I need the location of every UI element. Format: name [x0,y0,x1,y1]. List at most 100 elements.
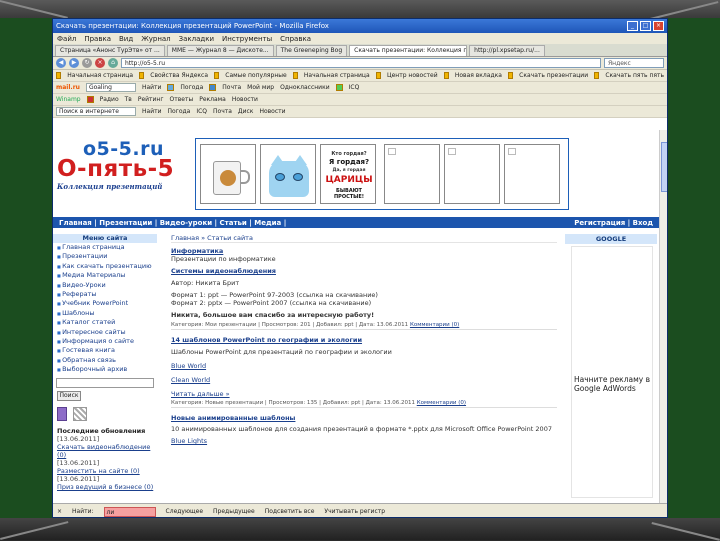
banner-mug-thumb[interactable] [200,144,256,204]
latest-link[interactable]: Приз ведущий в бизнесе (0) [57,483,157,491]
banner-tshirt-thumb[interactable]: Кто гордая? Я гордая? Да, я гордая ЦАРИЦ… [320,144,376,204]
menu-view[interactable]: Вид [119,35,133,43]
find-input[interactable]: ли [103,506,156,517]
category-link[interactable]: Информатика [171,247,557,255]
find-highlight-button[interactable]: Подсветить все [265,508,315,515]
close-icon[interactable]: × [653,21,664,31]
site-nav-auth[interactable]: Регистрация | Вход [574,219,653,227]
banner-thumb-empty-1[interactable] [384,144,440,204]
find-next-button[interactable]: Следующее [166,508,204,515]
tab-1[interactable]: Страница «Анонс ТурЭтв» от ... [55,45,165,56]
toolbar-mail[interactable]: Почта [222,84,241,91]
sidebar-item[interactable]: Главная страница [53,243,157,252]
toolbar-web-search[interactable]: Поиск в интернете [56,107,136,116]
toolbar-ads[interactable]: Реклама [199,96,226,103]
sidebar-item[interactable]: Информация о сайте [53,337,157,346]
scrollbar-thumb[interactable] [661,142,667,192]
menu-bookmarks[interactable]: Закладки [179,35,214,43]
banner-thumb-empty-3[interactable] [504,144,560,204]
sidebar-search-input[interactable] [56,378,154,389]
toolbar-winamp[interactable]: Winamp [56,96,81,103]
back-icon[interactable]: ◀ [56,58,66,68]
maximize-icon[interactable]: □ [640,21,651,31]
latest-link[interactable]: Разместить на сайте (0) [57,467,157,475]
tab-3[interactable]: The Greeneping Bog [275,45,348,56]
toolbar-disk[interactable]: Диск [238,108,254,115]
google-ad-text[interactable]: Начните рекламу в Google AdWords [574,375,652,393]
toolbar-find-2[interactable]: Найти [142,108,161,115]
sidebar-item[interactable]: Как скачать презентацию [53,262,157,271]
toolbar-rating[interactable]: Рейтинг [138,96,164,103]
comments-link[interactable]: Комментарии (0) [417,400,466,406]
bookmark-item[interactable]: Центр новостей [387,72,438,79]
toolbar-news-2[interactable]: Новости [259,108,285,115]
read-more-link[interactable]: Читать дальше » [171,390,557,398]
find-case-checkbox[interactable]: Учитывать регистр [324,508,385,515]
sidebar-item[interactable]: Выборочный архив [53,365,157,374]
template-link[interactable]: Blue Lights [171,437,557,445]
vertical-scrollbar[interactable] [659,130,667,503]
banner-thumb-empty-2[interactable] [444,144,500,204]
site-logo[interactable]: О-пять-5 [57,156,174,182]
sidebar-item[interactable]: Учебник PowerPoint [53,299,157,308]
toolbar-mail-2[interactable]: Почта [213,108,232,115]
toolbar-icq-2[interactable]: ICQ [196,108,207,115]
toolbar-tv[interactable]: Тв [125,96,132,103]
template-link[interactable]: Clean World [171,376,557,384]
sidebar-item[interactable]: Презентации [53,252,157,261]
toolbar-weather[interactable]: Погода [180,84,203,91]
powerpoint-icon[interactable] [57,407,67,422]
menu-file[interactable]: Файл [57,35,76,43]
site-nav-links[interactable]: Главная | Презентации | Видео-уроки | Ст… [59,219,574,227]
toolbar-radio[interactable]: Радио [100,96,119,103]
toolbar-find[interactable]: Найти [142,84,161,91]
forward-icon[interactable]: ▶ [69,58,79,68]
toolbar-ok[interactable]: Одноклассники [280,84,330,91]
find-close-icon[interactable]: × [57,508,62,515]
toolbar-search-field[interactable]: Goaling [85,83,136,92]
reload-icon[interactable]: ↻ [82,58,92,68]
badge-icon[interactable] [73,407,87,422]
sidebar-item[interactable]: Рефераты [53,290,157,299]
menu-tools[interactable]: Инструменты [222,35,272,43]
menu-history[interactable]: Журнал [141,35,170,43]
google-ad-box[interactable]: Начните рекламу в Google AdWords [571,246,653,498]
sidebar-item[interactable]: Гостевая книга [53,346,157,355]
sidebar-item[interactable]: Шаблоны [53,309,157,318]
sidebar-item[interactable]: Обратная связь [53,356,157,365]
template-link[interactable]: Blue World [171,362,557,370]
bookmark-item[interactable]: Новая вкладка [455,72,502,79]
breadcrumb[interactable]: Главная » Статьи сайта [171,234,557,243]
toolbar-news[interactable]: Новости [232,96,258,103]
bookmark-item[interactable]: Свойства Яндекса [150,72,208,79]
article-title[interactable]: 14 шаблонов PowerPoint по географии и эк… [171,336,557,344]
tab-2[interactable]: ММЕ — Журнал 8 — Дискоте... [166,45,274,56]
bookmark-item[interactable]: Самые популярные [225,72,286,79]
sidebar-item[interactable]: Медиа Материалы [53,271,157,280]
home-icon[interactable]: ⌂ [108,58,118,68]
minimize-icon[interactable]: _ [627,21,638,31]
search-input[interactable]: Яндекс [604,58,664,68]
sidebar-item[interactable]: Интересное сайты [53,328,157,337]
banner-cat-thumb[interactable] [260,144,316,204]
bookmark-item[interactable]: Начальная страница [304,72,370,79]
sidebar-item[interactable]: Каталог статей [53,318,157,327]
sidebar-search-button[interactable]: Поиск [57,391,81,402]
find-prev-button[interactable]: Предыдущее [213,508,255,515]
menu-help[interactable]: Справка [280,35,311,43]
toolbar-answers[interactable]: Ответы [170,96,194,103]
toolbar-icq[interactable]: ICQ [349,84,360,91]
toolbar-myworld[interactable]: Мой мир [247,84,274,91]
stop-icon[interactable]: × [95,58,105,68]
sidebar-item[interactable]: Видео-Уроки [53,281,157,290]
latest-link[interactable]: Скачать видеонаблюдение (0) [57,443,157,459]
url-input[interactable]: http://o5-5.ru [121,58,601,68]
toolbar-weather-2[interactable]: Погода [167,108,190,115]
tab-5[interactable]: http://pl.xpsetap.ru/... [469,45,545,56]
comments-link[interactable]: Комментарии (0) [410,322,459,328]
bookmark-item[interactable]: Начальная страница [67,72,133,79]
bookmark-item[interactable]: Скачать презентации [519,72,588,79]
article-title[interactable]: Системы видеонаблюдения [171,267,557,275]
article-title[interactable]: Новые анимированные шаблоны [171,414,557,422]
tab-4-active[interactable]: Скачать презентации: Коллекция презентац… [349,45,468,56]
